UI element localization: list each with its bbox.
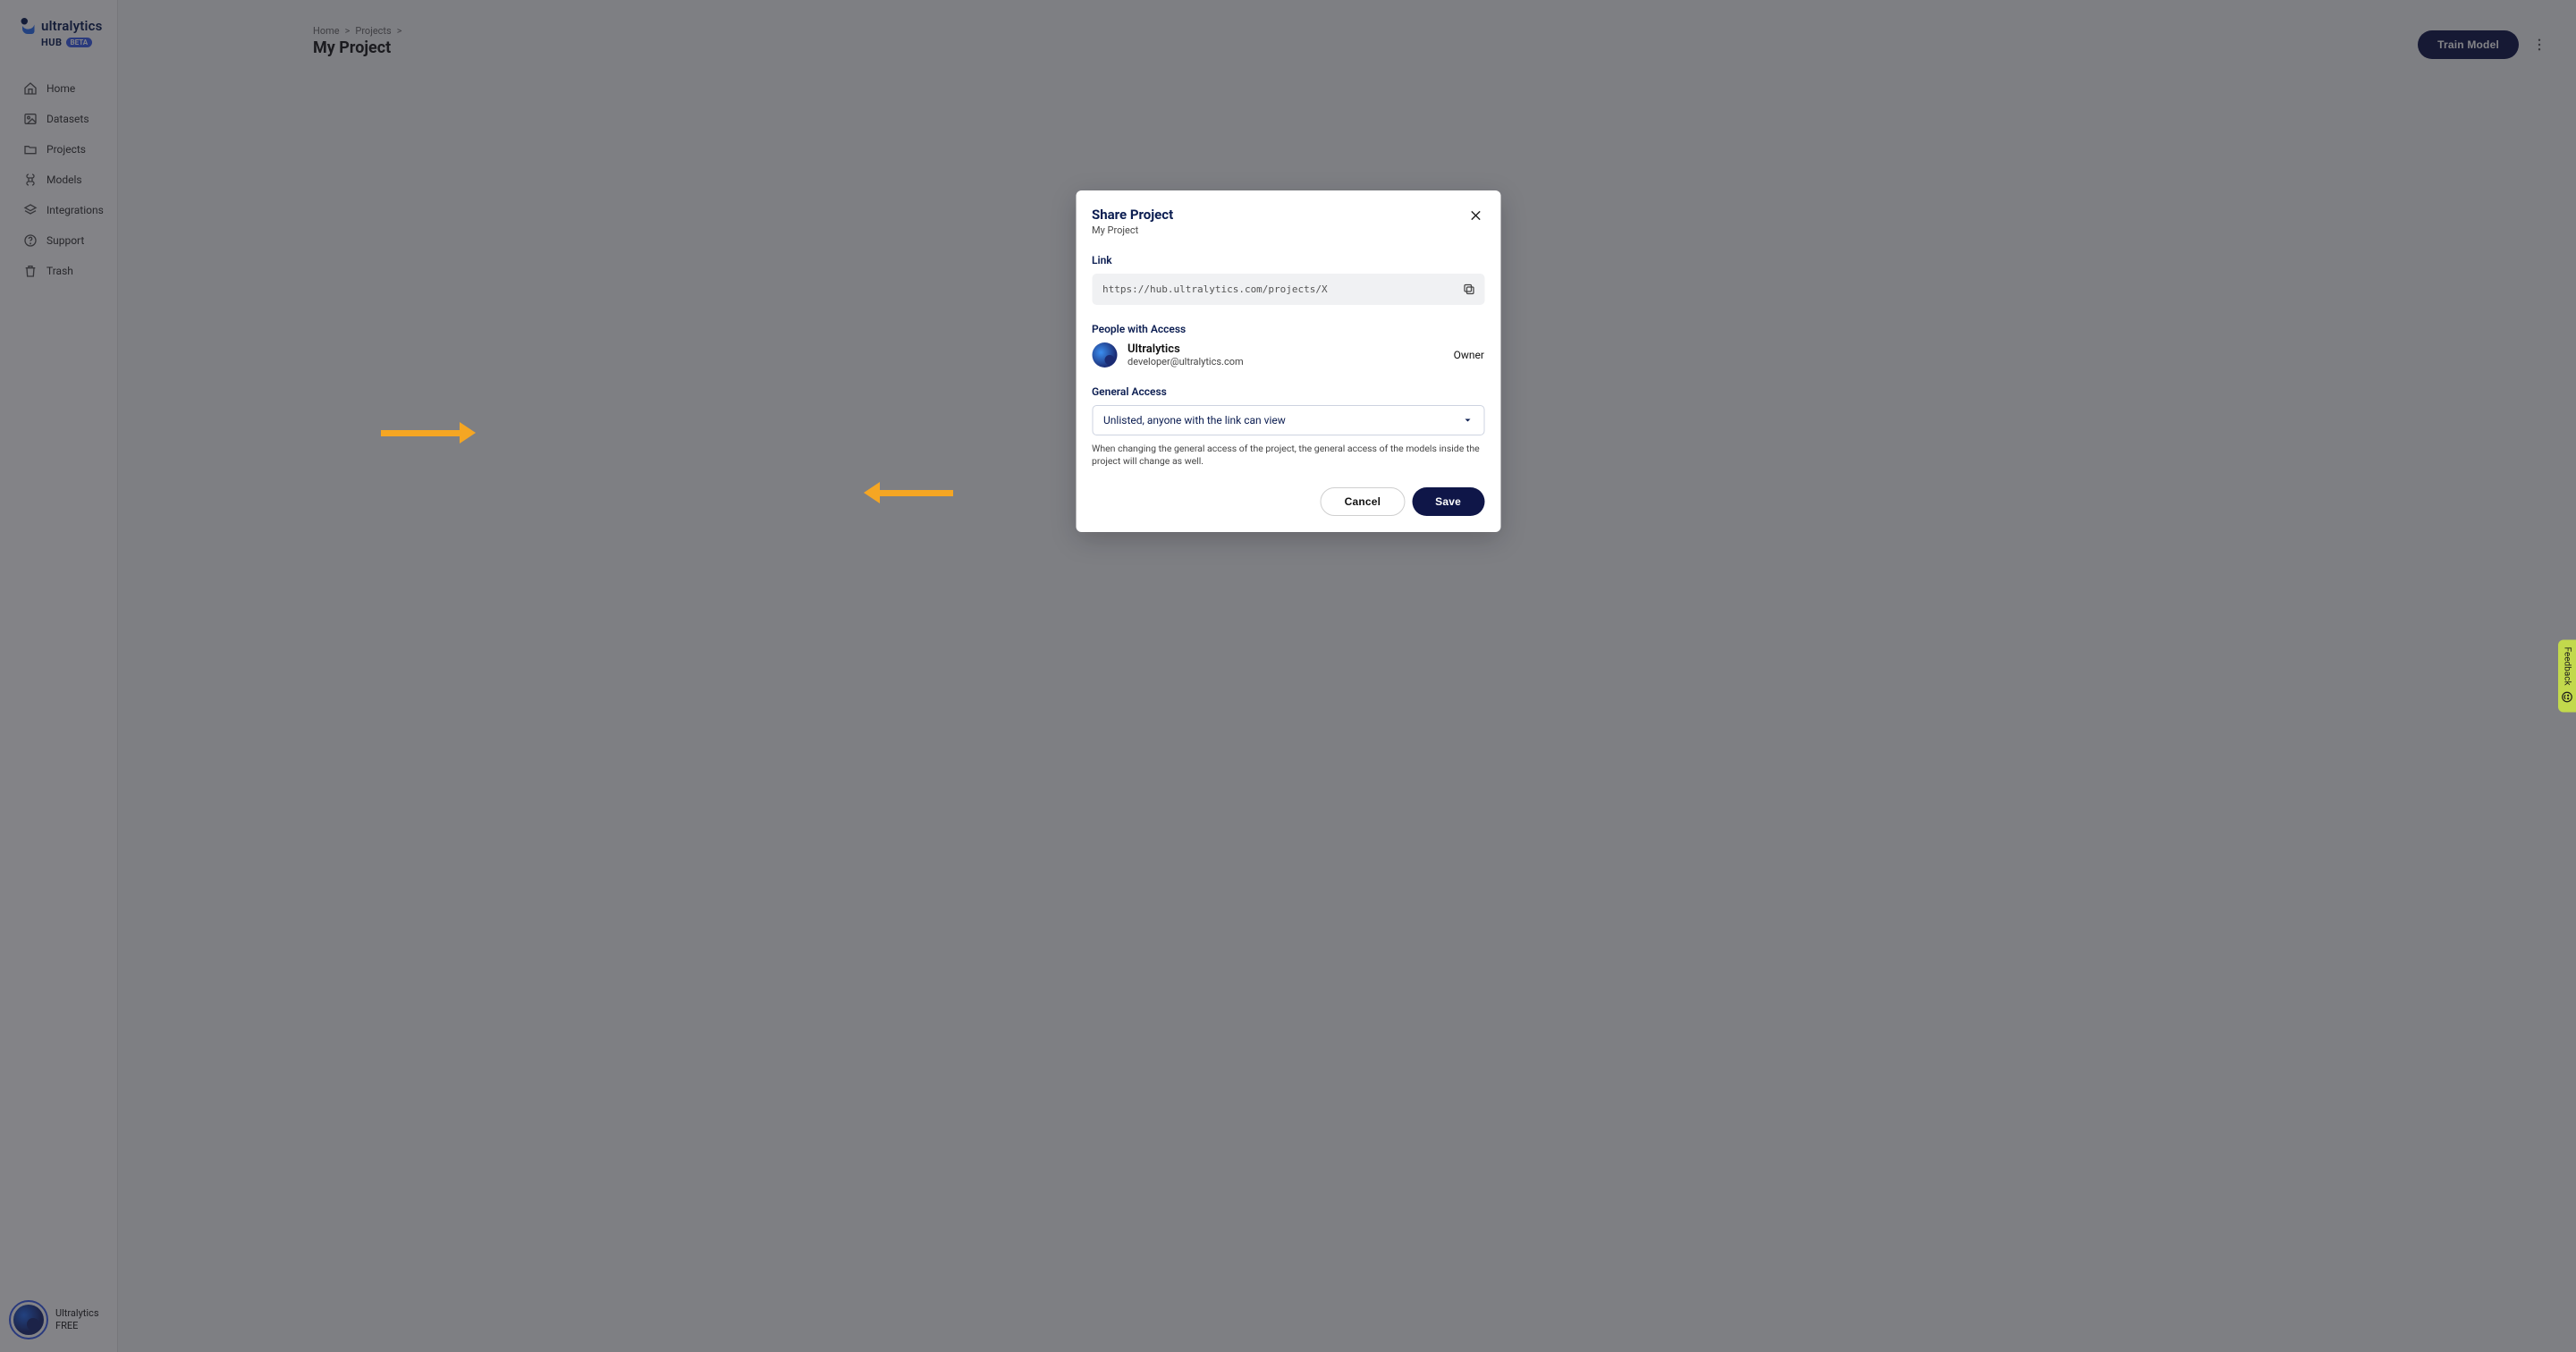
- general-access-helper: When changing the general access of the …: [1092, 443, 1484, 468]
- smiley-icon: [2561, 691, 2573, 704]
- modal-subtitle: My Project: [1092, 224, 1173, 236]
- close-icon: [1468, 208, 1482, 223]
- person-row: Ultralytics developer@ultralytics.com Ow…: [1092, 342, 1484, 368]
- chevron-down-icon: [1462, 415, 1473, 426]
- feedback-tab[interactable]: Feedback: [2558, 639, 2576, 712]
- general-access-label: General Access: [1092, 385, 1484, 398]
- share-link-value: https://hub.ultralytics.com/projects/X: [1102, 283, 1328, 295]
- annotation-arrow-dropdown: [381, 422, 476, 444]
- share-link-field: https://hub.ultralytics.com/projects/X: [1092, 274, 1484, 305]
- people-section-label: People with Access: [1092, 323, 1484, 335]
- copy-icon: [1462, 283, 1475, 296]
- person-avatar-icon: [1092, 342, 1117, 368]
- modal-title: Share Project: [1092, 207, 1173, 223]
- close-button[interactable]: [1466, 207, 1484, 224]
- save-button[interactable]: Save: [1412, 487, 1484, 516]
- cancel-button[interactable]: Cancel: [1321, 487, 1406, 516]
- link-section-label: Link: [1092, 254, 1484, 266]
- copy-link-button[interactable]: [1462, 283, 1475, 296]
- person-name: Ultralytics: [1128, 342, 1244, 356]
- person-email: developer@ultralytics.com: [1128, 356, 1244, 368]
- feedback-label: Feedback: [2563, 646, 2572, 685]
- share-project-modal: Share Project My Project Link https://hu…: [1076, 190, 1500, 532]
- general-access-dropdown[interactable]: Unlisted, anyone with the link can view: [1092, 405, 1484, 435]
- person-role: Owner: [1454, 349, 1484, 361]
- dropdown-value: Unlisted, anyone with the link can view: [1103, 414, 1286, 427]
- annotation-arrow-save: [864, 482, 953, 503]
